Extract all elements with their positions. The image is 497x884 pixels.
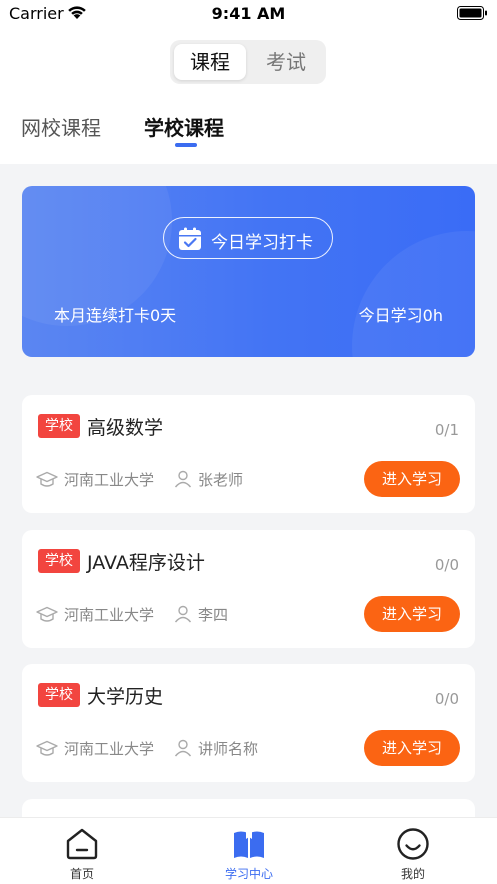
school-badge: 学校: [38, 414, 80, 438]
school-name: 河南工业大学: [64, 471, 155, 489]
school-name: 河南工业大学: [64, 740, 155, 758]
teacher-name: 李四: [198, 606, 229, 624]
active-tab-indicator: [175, 143, 197, 147]
enter-study-button[interactable]: 进入学习: [364, 461, 460, 497]
tab-profile-label: 我的: [400, 867, 425, 881]
header-area: Carrier 9:41 AM 课程 考试 网校课程 学校课程: [0, 0, 497, 164]
daily-checkin-button[interactable]: 今日学习打卡: [163, 217, 333, 259]
battery-icon: [457, 6, 487, 20]
course-title: 大学历史: [87, 686, 164, 708]
school-badge: 学校: [38, 683, 80, 707]
home-icon: [66, 828, 98, 860]
bottom-tab-bar: 首页 学习中心 我的: [0, 817, 497, 884]
calendar-check-icon: [179, 227, 201, 250]
graduation-cap-icon: [36, 740, 58, 756]
status-time: 9:41 AM: [211, 4, 286, 23]
tab-school-courses[interactable]: 学校课程: [144, 112, 224, 141]
graduation-cap-icon: [36, 471, 58, 487]
tab-learning-center-label: 学习中心: [224, 867, 273, 881]
course-progress: 0/0: [434, 690, 459, 708]
course-card[interactable]: 学校 JAVA程序设计 0/0 河南工业大学 李四 进入学习: [22, 530, 475, 648]
school-name: 河南工业大学: [64, 606, 155, 624]
segment-course[interactable]: 课程: [174, 44, 246, 80]
segment-exam[interactable]: 考试: [250, 44, 322, 80]
school-badge: 学校: [38, 549, 80, 573]
course-progress: 0/1: [434, 421, 459, 439]
course-exam-segment: 课程 考试: [170, 40, 326, 84]
teacher-icon: [174, 470, 192, 488]
teacher-icon: [174, 605, 192, 623]
book-icon: [234, 831, 264, 858]
today-study-time: 今日学习0h: [358, 306, 443, 325]
tab-home[interactable]: 首页: [22, 818, 142, 884]
tab-online-courses[interactable]: 网校课程: [21, 112, 101, 141]
teacher-icon: [174, 739, 192, 757]
status-bar: Carrier 9:41 AM: [0, 0, 497, 28]
course-progress: 0/0: [434, 556, 459, 574]
banner-decoration: [352, 231, 475, 357]
tab-profile[interactable]: 我的: [353, 818, 473, 884]
course-title: 高级数学: [87, 417, 164, 439]
tab-home-label: 首页: [69, 867, 94, 881]
course-title: JAVA程序设计: [87, 552, 205, 574]
course-card[interactable]: 学校 大学历史 0/0 河南工业大学 讲师名称 进入学习: [22, 664, 475, 782]
teacher-name: 讲师名称: [198, 740, 259, 758]
checkin-label: 今日学习打卡: [211, 233, 313, 253]
enter-study-button[interactable]: 进入学习: [364, 596, 460, 632]
course-card[interactable]: 学校 高级数学 0/1 河南工业大学 张老师 进入学习: [22, 395, 475, 513]
tab-learning-center[interactable]: 学习中心: [189, 818, 309, 884]
monthly-streak: 本月连续打卡0天: [54, 306, 177, 325]
graduation-cap-icon: [36, 606, 58, 622]
teacher-name: 张老师: [198, 471, 244, 489]
profile-icon: [397, 828, 429, 860]
checkin-banner: 今日学习打卡 本月连续打卡0天 今日学习0h: [22, 186, 475, 357]
enter-study-button[interactable]: 进入学习: [364, 730, 460, 766]
